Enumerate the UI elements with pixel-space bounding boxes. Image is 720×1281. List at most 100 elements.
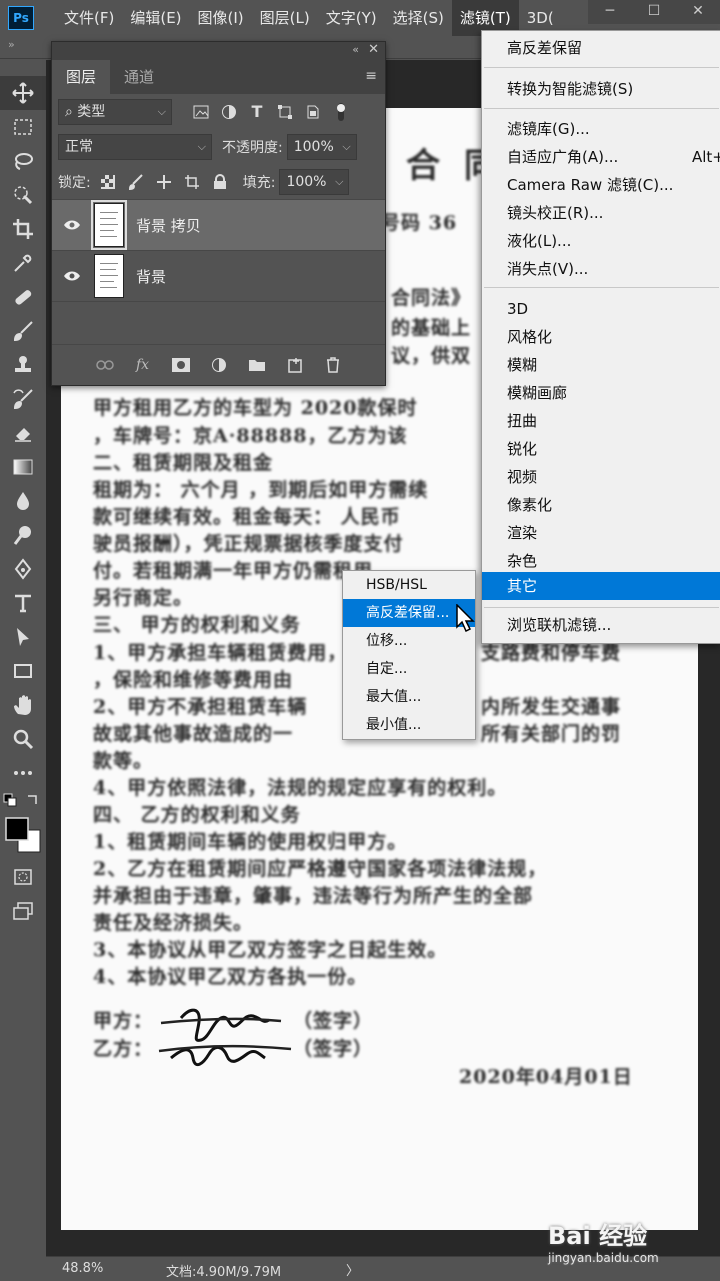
menu-item-browse-online[interactable]: 浏览联机滤镜... [482,612,720,638]
gradient-tool-icon[interactable] [0,450,46,484]
menu-item-filter-gallery[interactable]: 滤镜库(G)... [482,116,720,142]
menu-image[interactable]: 图像(I) [190,0,252,36]
new-layer-icon[interactable] [283,354,307,376]
menu-item-blur-gallery[interactable]: 模糊画廊 [482,380,720,406]
doc-line: 的基础上 [391,317,472,339]
submenu-item-maximum[interactable]: 最大值... [343,683,475,711]
eraser-tool-icon[interactable] [0,416,46,450]
menu-item-stylize[interactable]: 风格化 [482,324,720,350]
pixel-filter-icon[interactable] [190,101,212,123]
menu-item-high-pass-last[interactable]: 高反差保留 [482,35,720,61]
menu-type[interactable]: 文字(Y) [318,0,385,36]
collapse-panel-icon[interactable]: « [352,43,359,56]
link-layers-icon[interactable] [93,354,117,376]
clone-stamp-tool-icon[interactable] [0,348,46,382]
doc-line: ，保险和维修等费用由 [93,669,294,691]
lock-transparent-icon[interactable] [97,171,119,193]
crop-tool-icon[interactable] [0,212,46,246]
menu-item-liquify[interactable]: 液化(L)... [482,228,720,254]
zoom-level[interactable]: 48.8% [62,1261,103,1276]
menu-select[interactable]: 选择(S) [385,0,452,36]
layer-row-background-copy[interactable]: 背景 拷贝 [52,200,385,251]
menu-item-vanishing-point[interactable]: 消失点(V)... [482,256,720,282]
smart-object-filter-icon[interactable] [302,101,324,123]
submenu-item-minimum[interactable]: 最小值... [343,711,475,739]
tab-channels[interactable]: 通道 [110,60,168,94]
menu-item-sharpen[interactable]: 锐化 [482,436,720,462]
dodge-tool-icon[interactable] [0,518,46,552]
eyedropper-tool-icon[interactable] [0,246,46,280]
menu-item-blur[interactable]: 模糊 [482,352,720,378]
layer-mask-icon[interactable] [169,354,193,376]
menu-item-render[interactable]: 渲染 [482,520,720,546]
menu-item-lens-correction[interactable]: 镜头校正(R)... [482,200,720,226]
menu-item-convert-smart-filter[interactable]: 转换为智能滤镜(S) [482,76,720,102]
brush-tool-icon[interactable] [0,314,46,348]
blend-mode-value: 正常 [65,138,93,155]
expand-panels-icon[interactable]: » [8,38,15,51]
type-tool-icon[interactable] [0,586,46,620]
fill-input[interactable]: 100% ⌵ [279,168,350,195]
history-brush-tool-icon[interactable] [0,382,46,416]
adjustment-filter-icon[interactable] [218,101,240,123]
lasso-tool-icon[interactable] [0,144,46,178]
submenu-item-hsb-hsl[interactable]: HSB/HSL [343,571,475,599]
lock-all-icon[interactable] [209,171,231,193]
close-panel-icon[interactable]: ✕ [368,42,379,57]
minimize-button[interactable]: ─ [588,0,632,24]
quick-mask-icon[interactable] [0,860,46,894]
lock-artboard-icon[interactable] [181,171,203,193]
menu-item-other[interactable]: 其它 [482,572,720,600]
layer-row-background[interactable]: 背景 [52,251,385,302]
screen-mode-icon[interactable] [0,894,46,928]
menu-item-distort[interactable]: 扭曲 [482,408,720,434]
zoom-tool-icon[interactable] [0,722,46,756]
eye-icon[interactable] [52,216,92,235]
opacity-input[interactable]: 100% ⌵ [286,133,357,160]
tab-layers[interactable]: 图层 [52,60,111,94]
pen-tool-icon[interactable] [0,552,46,586]
blur-tool-icon[interactable] [0,484,46,518]
submenu-item-custom[interactable]: 自定... [343,655,475,683]
menu-item-noise[interactable]: 杂色 [482,548,720,574]
doc-line: 并承担由于违章，肇事，违法等行为所产生的全部 [93,885,534,907]
lock-position-icon[interactable] [153,171,175,193]
close-window-button[interactable]: ✕ [676,0,720,24]
move-tool-icon[interactable] [0,76,46,110]
more-tools-icon[interactable] [0,756,46,790]
filter-toggle-icon[interactable] [330,101,352,123]
doc-line: 甲方： [93,1010,154,1032]
signature-image [158,1008,292,1067]
menu-item-video[interactable]: 视频 [482,464,720,490]
hand-tool-icon[interactable] [0,688,46,722]
folder-icon[interactable] [245,354,269,376]
type-filter-icon[interactable]: T [246,101,268,123]
maximize-button[interactable]: ☐ [632,0,676,24]
doc-line: 号码 36 [381,212,458,234]
healing-brush-tool-icon[interactable] [0,280,46,314]
trash-icon[interactable] [321,354,345,376]
menu-layer[interactable]: 图层(L) [252,0,318,36]
menu-edit[interactable]: 编辑(E) [122,0,189,36]
lock-image-icon[interactable] [125,171,147,193]
menu-item-camera-raw[interactable]: Camera Raw 滤镜(C)... [482,172,720,198]
marquee-tool-icon[interactable] [0,110,46,144]
chevron-right-icon[interactable]: 〉 [346,1260,359,1279]
color-swatches[interactable] [0,790,46,860]
fx-icon[interactable]: fx [131,354,155,376]
blend-mode-select[interactable]: 正常 ⌵ [58,133,212,160]
path-selection-tool-icon[interactable] [0,620,46,654]
window-controls: ─ ☐ ✕ [588,0,720,24]
menu-file[interactable]: 文件(F) [56,0,122,36]
menu-item-3d[interactable]: 3D [482,296,720,322]
menu-item-adaptive-wide-angle[interactable]: 自适应广角(A)... Alt+ [482,144,720,170]
adjustment-layer-icon[interactable] [207,354,231,376]
doc-line: 内所发生交通事 [481,696,622,718]
layer-filter-select[interactable]: ⌕ 类型 ⌵ [58,98,172,125]
shape-filter-icon[interactable] [274,101,296,123]
rectangle-tool-icon[interactable] [0,654,46,688]
quick-select-tool-icon[interactable] [0,178,46,212]
panel-menu-icon[interactable]: ≡ [365,68,377,84]
menu-item-pixelate[interactable]: 像素化 [482,492,720,518]
eye-icon[interactable] [52,267,92,286]
